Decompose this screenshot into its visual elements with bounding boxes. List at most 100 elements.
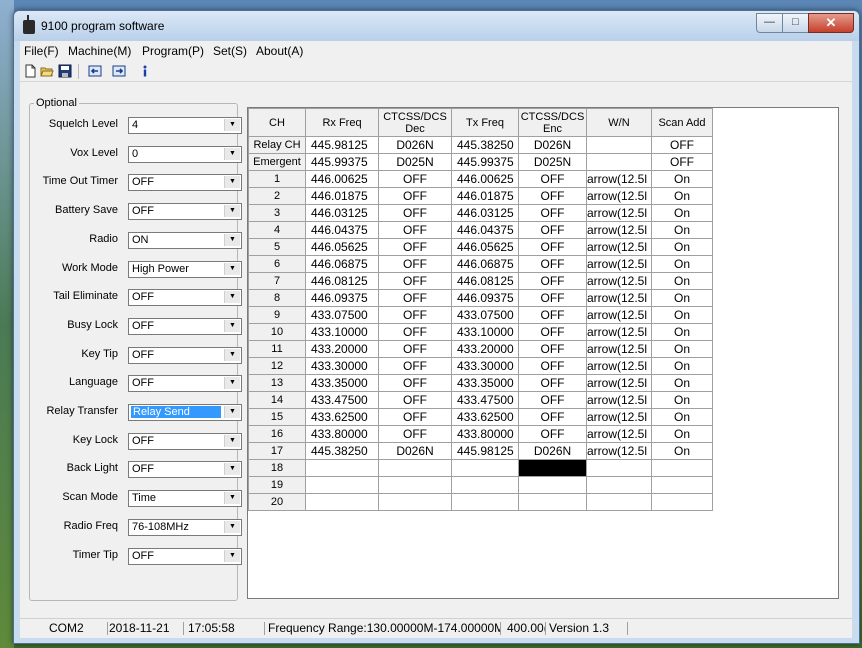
grid-cell[interactable]: On <box>651 306 713 324</box>
grid-cell[interactable]: OFF <box>518 255 587 273</box>
grid-cell[interactable]: OFF <box>378 357 452 375</box>
grid-cell[interactable]: D025N <box>378 153 452 171</box>
grid-cell[interactable]: 446.00625 <box>451 170 519 188</box>
menu-file[interactable]: File(F) <box>24 44 59 58</box>
grid-cell[interactable]: OFF <box>651 153 713 171</box>
grid-cell[interactable]: 446.06875 <box>451 255 519 273</box>
grid-cell[interactable]: 433.07500 <box>451 306 519 324</box>
chevron-down-icon[interactable]: ▼ <box>224 435 240 447</box>
grid-cell[interactable]: arrow(12.5l <box>586 170 652 188</box>
grid-cell[interactable]: On <box>651 255 713 273</box>
grid-cell[interactable]: OFF <box>518 374 587 392</box>
grid-cell[interactable]: 445.99375 <box>305 153 379 171</box>
grid-cell[interactable]: OFF <box>378 425 452 443</box>
grid-cell[interactable]: 433.35000 <box>305 374 379 392</box>
grid-cell[interactable]: 445.38250 <box>305 442 379 460</box>
grid-cell[interactable]: 445.98125 <box>451 442 519 460</box>
grid-cell[interactable]: On <box>651 289 713 307</box>
chevron-down-icon[interactable]: ▼ <box>224 521 240 533</box>
column-header-ch[interactable]: CH <box>248 108 306 137</box>
grid-cell[interactable]: OFF <box>378 391 452 409</box>
chevron-down-icon[interactable]: ▼ <box>224 234 240 246</box>
grid-cell[interactable]: arrow(12.5l <box>586 391 652 409</box>
grid-cell[interactable]: arrow(12.5l <box>586 187 652 205</box>
grid-cell[interactable]: 446.01875 <box>305 187 379 205</box>
grid-cell[interactable]: 433.80000 <box>451 425 519 443</box>
option-dropdown[interactable]: OFF ▼ <box>128 548 242 565</box>
row-header-cell[interactable]: 12 <box>248 357 306 375</box>
grid-cell[interactable]: 446.05625 <box>305 238 379 256</box>
grid-cell[interactable]: D026N <box>518 442 587 460</box>
grid-cell[interactable]: arrow(12.5l <box>586 442 652 460</box>
grid-cell[interactable]: D026N <box>378 136 452 154</box>
grid-cell[interactable]: OFF <box>651 136 713 154</box>
option-dropdown[interactable]: 76-108MHz ▼ <box>128 519 242 536</box>
row-header-cell[interactable]: 5 <box>248 238 306 256</box>
option-dropdown[interactable]: Time ▼ <box>128 490 242 507</box>
info-icon[interactable] <box>138 64 152 78</box>
grid-cell[interactable]: 446.05625 <box>451 238 519 256</box>
grid-cell[interactable] <box>378 476 452 494</box>
grid-cell[interactable] <box>305 476 379 494</box>
column-header-tx-freq[interactable]: Tx Freq <box>451 108 519 137</box>
grid-cell[interactable]: arrow(12.5l <box>586 238 652 256</box>
row-header-cell[interactable]: Emergent <box>248 153 306 171</box>
chevron-down-icon[interactable]: ▼ <box>224 119 240 131</box>
grid-cell[interactable]: 433.62500 <box>451 408 519 426</box>
grid-cell[interactable]: 433.20000 <box>305 340 379 358</box>
grid-cell[interactable] <box>651 493 713 511</box>
grid-cell[interactable]: OFF <box>518 221 587 239</box>
row-header-cell[interactable]: 14 <box>248 391 306 409</box>
row-header-cell[interactable]: 18 <box>248 459 306 477</box>
grid-cell[interactable]: OFF <box>378 340 452 358</box>
grid-cell[interactable]: On <box>651 442 713 460</box>
grid-cell[interactable]: 433.62500 <box>305 408 379 426</box>
grid-cell[interactable] <box>651 459 713 477</box>
grid-cell[interactable] <box>451 476 519 494</box>
grid-cell[interactable]: arrow(12.5l <box>586 289 652 307</box>
grid-cell[interactable] <box>378 459 452 477</box>
grid-cell[interactable]: 446.00625 <box>305 170 379 188</box>
grid-cell[interactable]: OFF <box>518 391 587 409</box>
grid-cell[interactable]: OFF <box>378 170 452 188</box>
grid-cell[interactable]: On <box>651 425 713 443</box>
option-dropdown[interactable]: OFF ▼ <box>128 174 242 191</box>
grid-cell[interactable]: On <box>651 340 713 358</box>
grid-cell[interactable]: arrow(12.5l <box>586 323 652 341</box>
row-header-cell[interactable]: 6 <box>248 255 306 273</box>
grid-cell[interactable]: OFF <box>518 425 587 443</box>
grid-cell[interactable]: 433.30000 <box>451 357 519 375</box>
row-header-cell[interactable]: 15 <box>248 408 306 426</box>
row-header-cell[interactable]: 20 <box>248 493 306 511</box>
grid-cell[interactable]: On <box>651 272 713 290</box>
option-dropdown[interactable]: OFF ▼ <box>128 289 242 306</box>
grid-cell[interactable] <box>586 493 652 511</box>
grid-cell[interactable]: arrow(12.5l <box>586 306 652 324</box>
menu-about[interactable]: About(A) <box>256 44 303 58</box>
grid-cell[interactable]: On <box>651 323 713 341</box>
grid-cell[interactable]: arrow(12.5l <box>586 425 652 443</box>
save-icon[interactable] <box>58 64 72 78</box>
menu-program[interactable]: Program(P) <box>142 44 204 58</box>
grid-cell[interactable]: OFF <box>518 323 587 341</box>
chevron-down-icon[interactable]: ▼ <box>224 320 240 332</box>
grid-cell[interactable]: 445.38250 <box>451 136 519 154</box>
grid-cell[interactable]: arrow(12.5l <box>586 357 652 375</box>
chevron-down-icon[interactable]: ▼ <box>224 205 240 217</box>
row-header-cell[interactable]: 19 <box>248 476 306 494</box>
column-header-wn[interactable]: W/N <box>586 108 652 137</box>
close-button[interactable]: ✕ <box>808 13 854 33</box>
read-from-radio-icon[interactable] <box>88 64 102 78</box>
grid-cell[interactable]: OFF <box>518 272 587 290</box>
grid-cell[interactable]: OFF <box>518 238 587 256</box>
open-folder-icon[interactable] <box>40 64 54 78</box>
chevron-down-icon[interactable]: ▼ <box>224 377 240 389</box>
column-header-scan-add[interactable]: Scan Add <box>651 108 713 137</box>
chevron-down-icon[interactable]: ▼ <box>224 148 240 160</box>
option-dropdown[interactable]: OFF ▼ <box>128 375 242 392</box>
row-header-cell[interactable]: Relay CH <box>248 136 306 154</box>
row-header-cell[interactable]: 17 <box>248 442 306 460</box>
grid-cell[interactable] <box>451 493 519 511</box>
grid-cell[interactable]: 433.47500 <box>305 391 379 409</box>
grid-cell[interactable] <box>586 476 652 494</box>
